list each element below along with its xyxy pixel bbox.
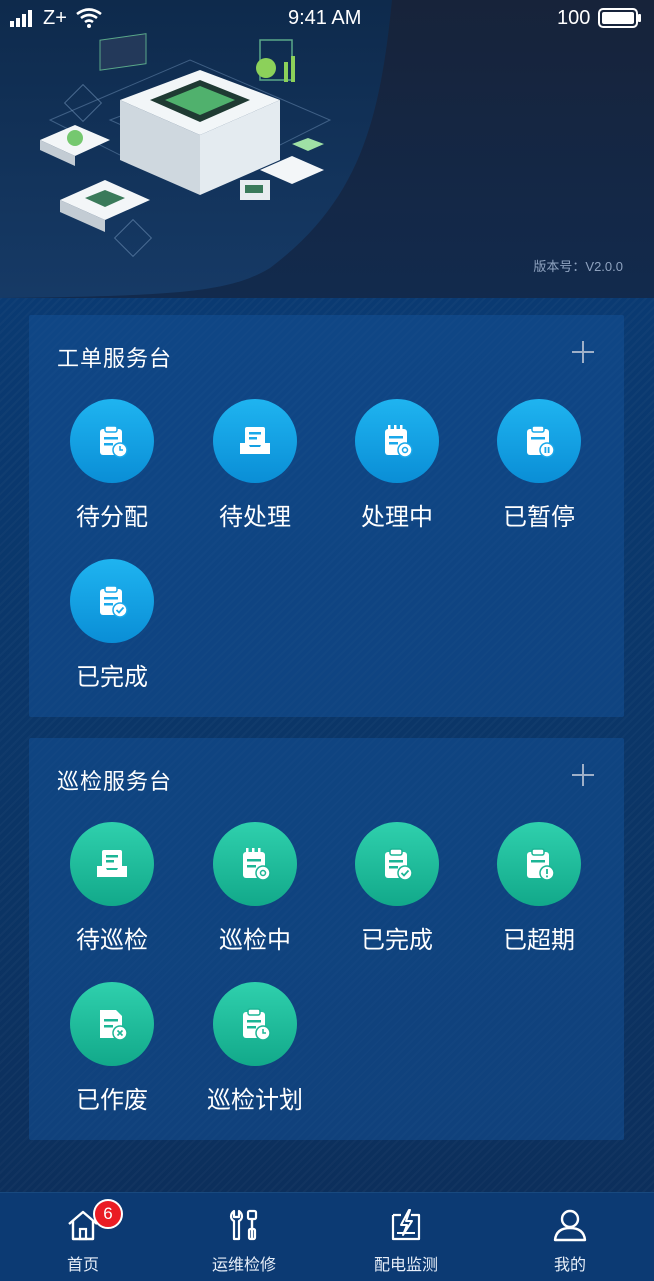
work-order-item-processing[interactable]: 处理中 (326, 399, 468, 539)
item-label: 已超期 (503, 926, 575, 954)
clipboard-check-icon (355, 822, 439, 906)
item-label: 待巡检 (76, 926, 148, 954)
document-x-icon (70, 982, 154, 1066)
inspection-add-button[interactable] (570, 762, 596, 788)
nav-item-profile[interactable]: 我的 (500, 1193, 640, 1281)
tools-icon (229, 1209, 258, 1241)
user-icon (553, 1209, 587, 1242)
notepad-gear-icon (213, 822, 297, 906)
power-monitor-icon (391, 1209, 421, 1241)
notification-badge: 6 (93, 1199, 123, 1229)
clipboard-pause-icon (497, 399, 581, 483)
server-illustration-icon (40, 33, 332, 258)
item-label: 巡检计划 (207, 1086, 303, 1114)
work-order-item-pending-process[interactable]: 待处理 (184, 399, 326, 539)
work-order-add-button[interactable] (570, 339, 596, 365)
item-label: 已作废 (76, 1086, 148, 1114)
inspection-item-in-progress[interactable]: 巡检中 (184, 822, 326, 962)
wifi-icon (76, 8, 102, 28)
status-time: 9:41 AM (288, 7, 362, 29)
nav-label: 运维检修 (211, 1255, 276, 1274)
nav-label: 我的 (553, 1255, 586, 1274)
inspection-title: 巡检服务台 (57, 770, 173, 795)
work-order-title: 工单服务台 (57, 347, 173, 372)
nav-item-power-monitor[interactable]: 配电监测 (336, 1193, 476, 1281)
notepad-gear-icon (355, 399, 439, 483)
inbox-tray-icon (70, 822, 154, 906)
carrier-label: Z+ (43, 7, 67, 29)
item-label: 待处理 (219, 503, 291, 531)
item-label: 已暂停 (503, 503, 575, 531)
inspection-item-void[interactable]: 已作废 (41, 982, 183, 1122)
nav-item-home[interactable]: 6 首页 (13, 1193, 153, 1281)
clipboard-clock-icon (213, 982, 297, 1066)
inspection-card: 巡检服务台 待巡检 巡检中 已完成 已超期 已作废 巡检计划 (29, 738, 624, 1140)
nav-label: 配电监测 (373, 1255, 438, 1274)
inspection-item-overdue[interactable]: 已超期 (468, 822, 610, 962)
item-label: 巡检中 (219, 926, 291, 954)
version-label: 版本号：V2.0.0 (533, 259, 623, 274)
inbox-tray-icon (213, 399, 297, 483)
work-order-card: 工单服务台 待分配 待处理 处理中 已暂停 已完成 (29, 315, 624, 717)
inspection-item-plan[interactable]: 巡检计划 (184, 982, 326, 1122)
clipboard-alert-icon (497, 822, 581, 906)
battery-icon (598, 8, 641, 28)
clipboard-check-icon (70, 559, 154, 643)
bottom-nav: 6 首页 运维检修 配电监测 我的 (0, 1192, 654, 1281)
signal-strength-icon (10, 10, 32, 27)
item-label: 已完成 (361, 926, 433, 954)
nav-item-maintenance[interactable]: 运维检修 (174, 1193, 314, 1281)
header-banner: Z+ 9:41 AM 100 版本号：V2.0.0 (0, 0, 654, 298)
inspection-item-pending[interactable]: 待巡检 (41, 822, 183, 962)
work-order-item-paused[interactable]: 已暂停 (468, 399, 610, 539)
inspection-item-completed[interactable]: 已完成 (326, 822, 468, 962)
item-label: 处理中 (361, 503, 433, 531)
item-label: 已完成 (76, 663, 148, 691)
nav-label: 首页 (66, 1255, 99, 1274)
work-order-item-completed[interactable]: 已完成 (41, 559, 183, 699)
item-label: 待分配 (76, 503, 148, 531)
battery-percent: 100 (557, 7, 591, 29)
clipboard-clock-icon (70, 399, 154, 483)
status-bar: Z+ 9:41 AM 100 (0, 0, 654, 38)
work-order-item-pending-assign[interactable]: 待分配 (41, 399, 183, 539)
